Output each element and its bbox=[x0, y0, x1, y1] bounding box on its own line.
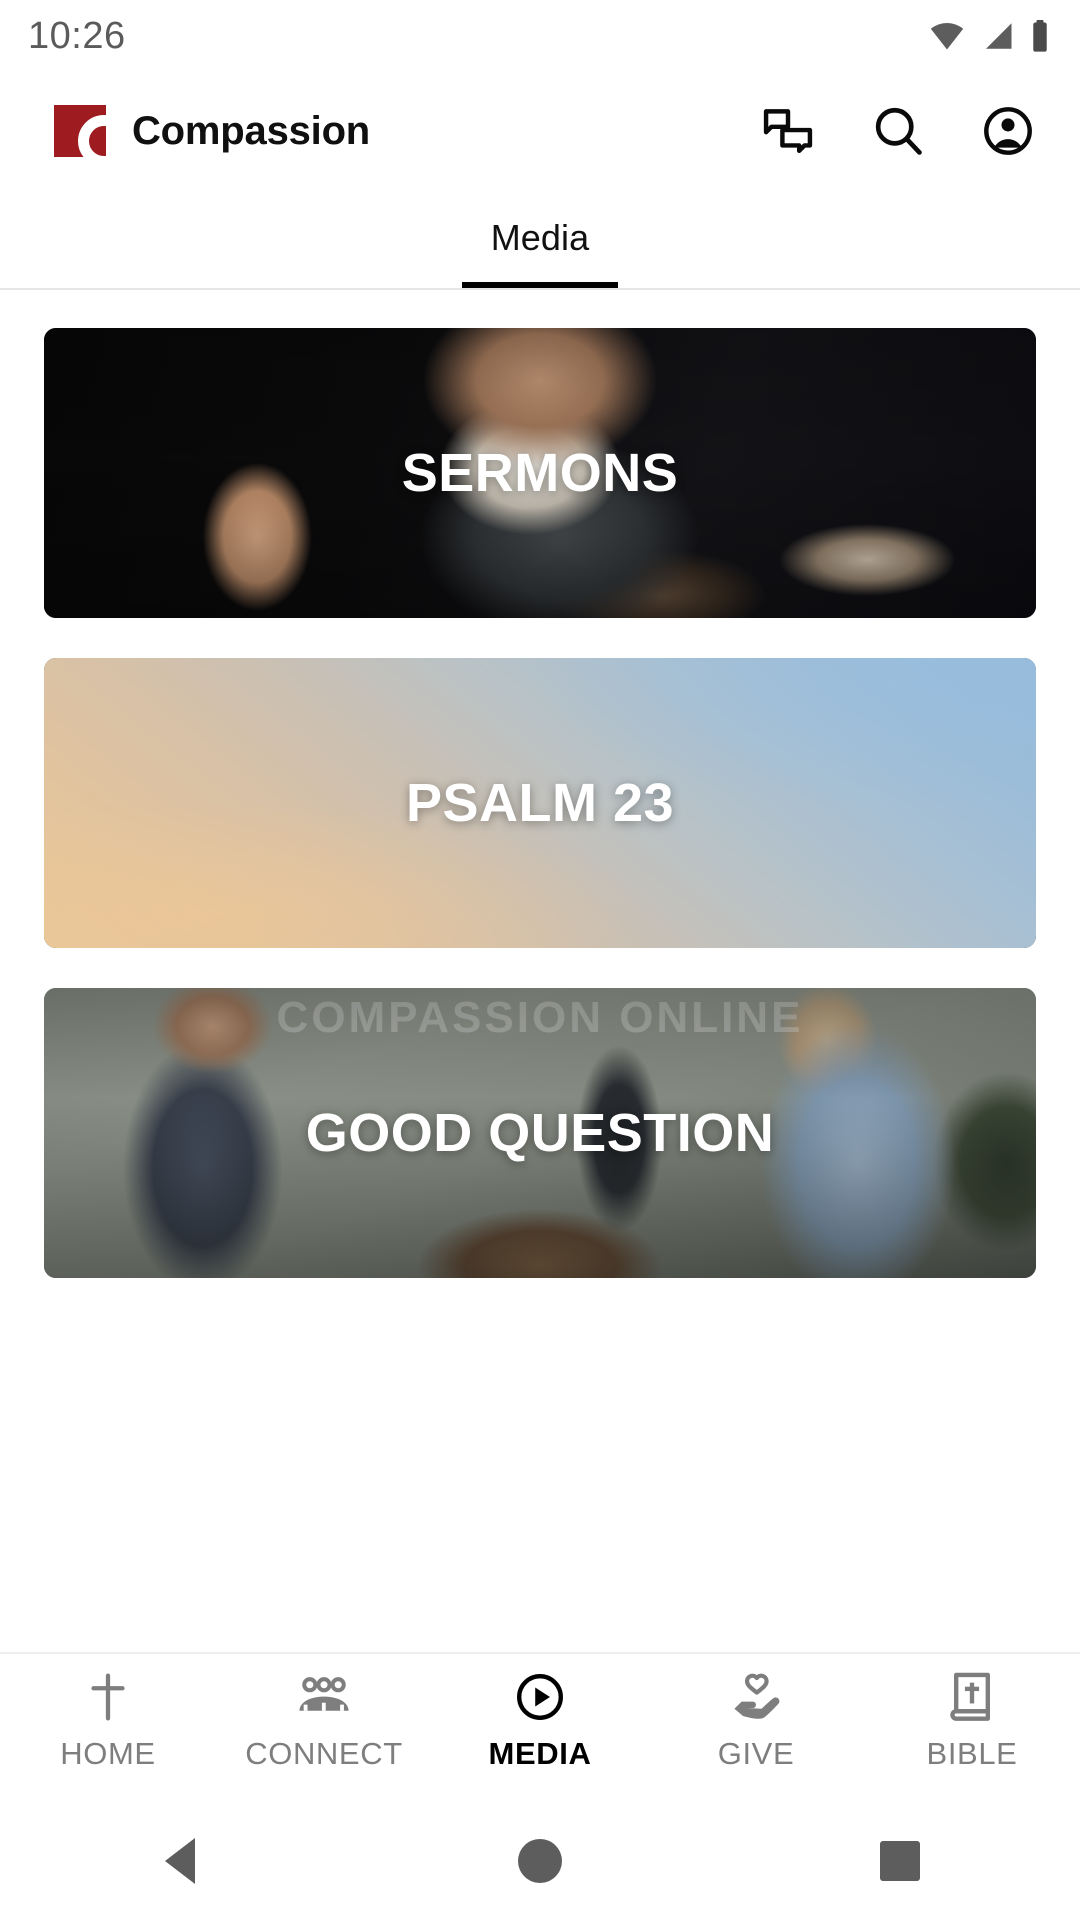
system-navigation-bar bbox=[0, 1802, 1080, 1920]
play-circle-icon bbox=[514, 1670, 566, 1724]
account-icon[interactable] bbox=[978, 101, 1038, 161]
media-list: SERMONS PSALM 23 COMPASSION ONLINE GOOD … bbox=[0, 290, 1080, 1652]
search-icon[interactable] bbox=[868, 101, 928, 161]
media-card-good-question[interactable]: COMPASSION ONLINE GOOD QUESTION bbox=[44, 988, 1036, 1278]
nav-item-bible[interactable]: BIBLE bbox=[864, 1670, 1080, 1772]
tab-media-label: Media bbox=[490, 217, 590, 258]
tab-media[interactable]: Media bbox=[462, 188, 618, 288]
nav-label-media: MEDIA bbox=[488, 1736, 592, 1771]
status-bar-clock: 10:26 bbox=[28, 14, 126, 57]
nav-label-home: HOME bbox=[60, 1736, 156, 1771]
app-bar: Compassion bbox=[0, 72, 1080, 190]
cross-icon bbox=[85, 1670, 131, 1724]
media-card-good-question-title: GOOD QUESTION bbox=[305, 1103, 775, 1163]
media-card-sermons-title: SERMONS bbox=[401, 443, 679, 503]
compassion-logo bbox=[54, 105, 106, 157]
app-root: 10:26 Compassion Media SERMONS PSALM 23 … bbox=[0, 0, 1080, 1920]
nav-label-connect: CONNECT bbox=[245, 1736, 403, 1771]
app-title: Compassion bbox=[132, 108, 371, 153]
nav-item-home[interactable]: HOME bbox=[0, 1670, 216, 1772]
media-card-sermons[interactable]: SERMONS bbox=[44, 328, 1036, 618]
nav-item-connect[interactable]: CONNECT bbox=[216, 1670, 432, 1772]
messages-icon[interactable] bbox=[758, 101, 818, 161]
brand[interactable]: Compassion bbox=[54, 105, 370, 157]
bottom-navigation: HOME CONNECT MEDIA GIVE BIBLE bbox=[0, 1652, 1080, 1802]
nav-label-bible: BIBLE bbox=[926, 1736, 1018, 1771]
people-group-icon bbox=[295, 1670, 353, 1724]
media-card-psalm-23[interactable]: PSALM 23 bbox=[44, 658, 1036, 948]
wifi-icon bbox=[928, 21, 966, 51]
bible-book-icon bbox=[949, 1670, 995, 1724]
battery-icon bbox=[1030, 20, 1050, 52]
nav-label-give: GIVE bbox=[717, 1736, 795, 1771]
nav-item-media[interactable]: MEDIA bbox=[432, 1670, 648, 1772]
app-bar-actions bbox=[758, 101, 1038, 161]
status-bar-icons bbox=[928, 20, 1050, 52]
cellular-signal-icon bbox=[980, 21, 1016, 51]
android-back-button[interactable] bbox=[120, 1821, 240, 1901]
media-card-psalm-23-title: PSALM 23 bbox=[405, 773, 675, 833]
hand-heart-icon bbox=[728, 1670, 784, 1724]
tab-bar: Media bbox=[0, 190, 1080, 290]
nav-item-give[interactable]: GIVE bbox=[648, 1670, 864, 1772]
media-card-good-question-watermark: COMPASSION ONLINE bbox=[276, 993, 804, 1042]
android-home-button[interactable] bbox=[480, 1821, 600, 1901]
android-recents-button[interactable] bbox=[840, 1821, 960, 1901]
status-bar: 10:26 bbox=[0, 0, 1080, 72]
